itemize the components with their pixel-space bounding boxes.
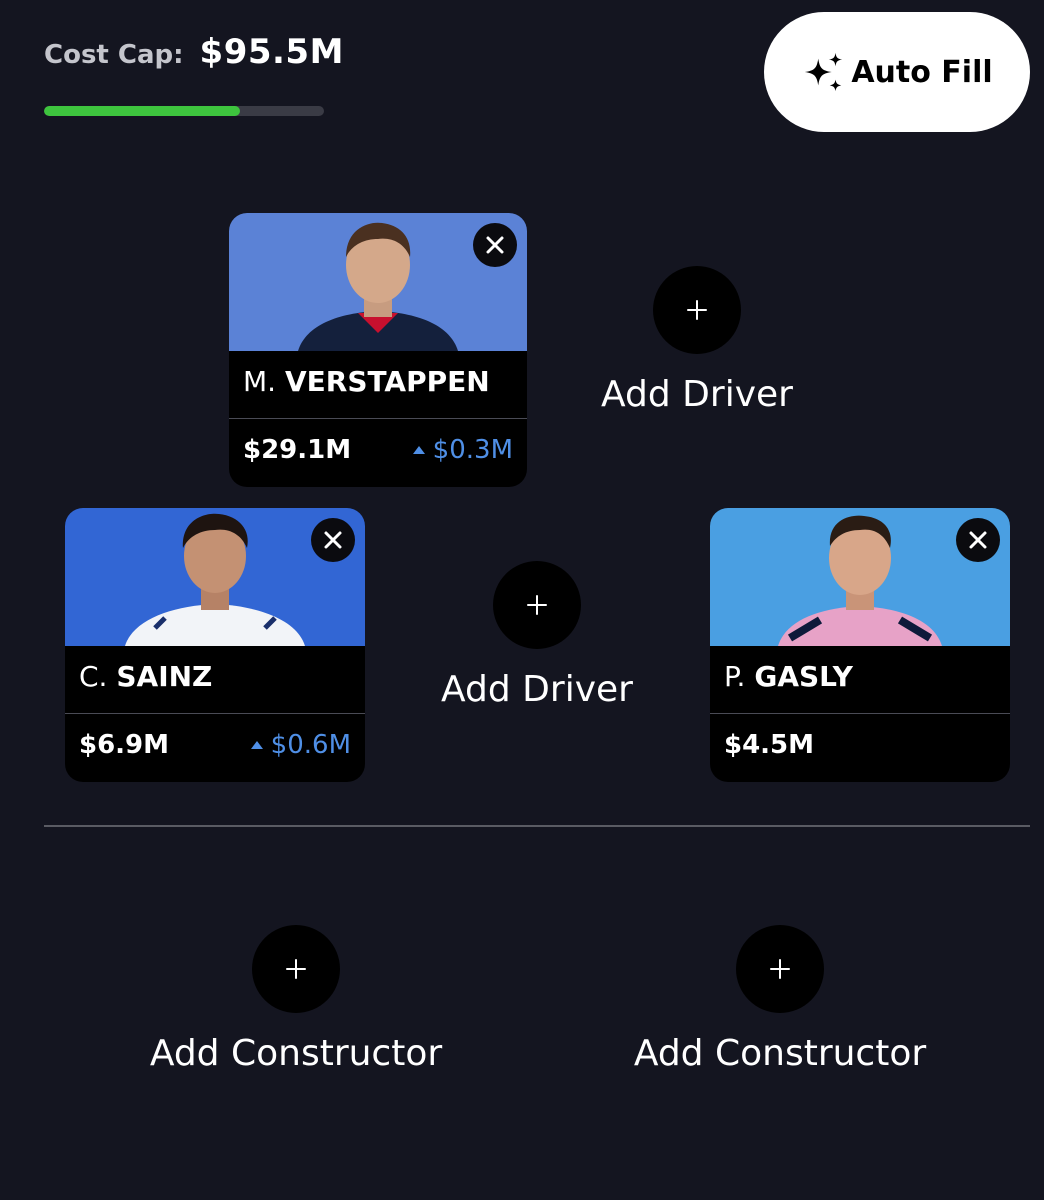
card-divider	[65, 713, 365, 714]
cost-cap-value: $95.5M	[199, 32, 344, 72]
add-constructor-label: Add Constructor	[149, 1033, 443, 1074]
driver-price: $29.1M	[243, 435, 352, 465]
driver-surname: SAINZ	[116, 660, 213, 693]
add-driver-button[interactable]	[653, 266, 741, 354]
section-divider	[44, 825, 1030, 827]
close-icon	[324, 531, 342, 549]
add-driver-button[interactable]	[493, 561, 581, 649]
cost-cap-label: Cost Cap:	[44, 40, 184, 70]
cost-cap-progress-fill	[44, 106, 240, 116]
driver-price-change: $0.3M	[412, 435, 513, 465]
driver-portrait-icon	[298, 222, 458, 351]
plus-icon	[286, 959, 306, 979]
remove-driver-button[interactable]	[311, 518, 355, 562]
sparkles-icon	[805, 52, 843, 92]
driver-price-change-value: $0.6M	[270, 730, 351, 760]
add-driver-slot-1[interactable]: Add Driver	[597, 266, 797, 415]
driver-name: P. GASLY	[724, 660, 853, 693]
driver-card-gasly[interactable]: P. GASLY $4.5M	[710, 508, 1010, 782]
driver-portrait-icon	[125, 513, 305, 646]
auto-fill-label: Auto Fill	[851, 54, 993, 90]
driver-initial: M.	[243, 365, 277, 398]
driver-name: C. SAINZ	[79, 660, 212, 693]
plus-icon	[687, 300, 707, 320]
add-driver-label: Add Driver	[441, 669, 633, 710]
add-constructor-label: Add Constructor	[633, 1033, 927, 1074]
driver-price: $6.9M	[79, 730, 170, 760]
close-icon	[969, 531, 987, 549]
driver-initial: C.	[79, 660, 108, 693]
card-divider	[229, 418, 527, 419]
card-divider	[710, 713, 1010, 714]
driver-card-verstappen[interactable]: M. VERSTAPPEN $29.1M $0.3M	[229, 213, 527, 487]
remove-driver-button[interactable]	[473, 223, 517, 267]
plus-icon	[527, 595, 547, 615]
add-constructor-button[interactable]	[736, 925, 824, 1013]
driver-initial: P.	[724, 660, 746, 693]
add-driver-label: Add Driver	[601, 374, 793, 415]
auto-fill-button[interactable]: Auto Fill	[764, 12, 1030, 132]
driver-surname: VERSTAPPEN	[284, 365, 490, 398]
add-driver-slot-2[interactable]: Add Driver	[437, 561, 637, 710]
close-icon	[486, 236, 504, 254]
driver-surname: GASLY	[754, 660, 853, 693]
remove-driver-button[interactable]	[956, 518, 1000, 562]
price-up-icon	[250, 741, 263, 749]
plus-icon	[770, 959, 790, 979]
driver-price: $4.5M	[724, 730, 815, 760]
driver-price-change: $0.6M	[250, 730, 351, 760]
team-builder-screen: Cost Cap: $95.5M Auto Fill M. VERSTAPPEN…	[0, 0, 1044, 1200]
cost-cap-progress-bar	[44, 106, 324, 116]
add-constructor-button[interactable]	[252, 925, 340, 1013]
price-up-icon	[412, 446, 425, 454]
driver-portrait-icon	[778, 515, 942, 646]
driver-card-sainz[interactable]: C. SAINZ $6.9M $0.6M	[65, 508, 365, 782]
add-constructor-slot-2[interactable]: Add Constructor	[630, 925, 930, 1074]
add-constructor-slot-1[interactable]: Add Constructor	[146, 925, 446, 1074]
driver-name: M. VERSTAPPEN	[243, 365, 490, 398]
driver-price-change-value: $0.3M	[432, 435, 513, 465]
cost-cap: Cost Cap: $95.5M	[44, 32, 344, 72]
